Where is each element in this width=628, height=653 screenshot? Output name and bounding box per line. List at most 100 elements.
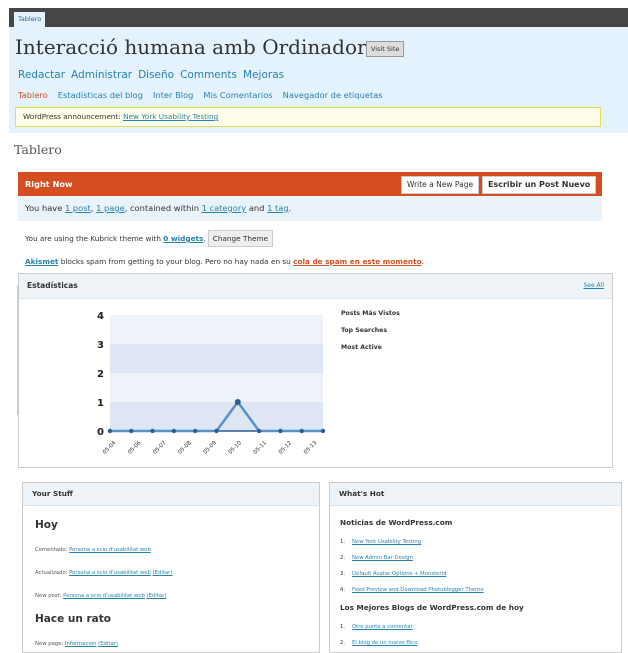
write-new-post-button[interactable]: Escribir un Post Nuevo — [482, 176, 597, 194]
news-link[interactable]: Feed Preview and Download Photoblogger T… — [352, 587, 484, 593]
blog-link[interactable]: El blog de un nuevo flico — [352, 640, 417, 646]
admin-top-bar: Tablero — [9, 8, 628, 27]
data-point — [193, 428, 198, 434]
announcement-prefix: WordPress announcement: — [23, 112, 124, 121]
spam-queue-link[interactable]: cola de spam en este momento — [293, 257, 421, 266]
stats-title: Estadísticas — [27, 281, 78, 290]
summary-text: You have — [25, 203, 65, 213]
news-item: 3. Default Avatar Options + Monsterid — [340, 571, 446, 577]
top-tab-tablero[interactable]: Tablero — [14, 12, 46, 27]
x-tick-label: 05-09 — [202, 440, 218, 456]
news-link[interactable]: Default Avatar Options + Monsterid — [352, 571, 446, 577]
akismet-text: . — [421, 257, 424, 266]
tags-count-link[interactable]: 1 tag — [267, 203, 289, 213]
chart-grid-band — [110, 344, 323, 373]
posts-count-link[interactable]: 1 post — [65, 203, 91, 213]
x-tick-label: 05-04 — [102, 440, 118, 456]
item-number: 4. — [340, 587, 346, 593]
summary-text: . — [288, 203, 292, 213]
earlier-heading: Hace un rato — [35, 613, 111, 625]
change-theme-button[interactable]: Change Theme — [207, 230, 274, 247]
y-tick-label: 3 — [97, 340, 104, 351]
news-item: 4. Feed Preview and Download Photoblogger… — [340, 587, 484, 593]
subnav-mis-comentarios[interactable]: Mis Comentarios — [203, 90, 272, 100]
chart-grid-band — [110, 315, 323, 344]
stats-header: Estadísticas See All — [19, 274, 612, 299]
item-number: 1. — [340, 624, 346, 630]
news-link[interactable]: New Admin Bar Design — [352, 555, 413, 561]
announcement-bar: WordPress announcement: New York Usabili… — [15, 107, 601, 127]
item-number: 2. — [340, 555, 346, 561]
y-tick-label: 0 — [97, 427, 104, 438]
edit-link[interactable]: (Editar) — [98, 641, 118, 647]
data-point — [234, 399, 241, 405]
news-item: 2. New Admin Bar Design — [340, 555, 413, 561]
activity-label: New page: — [35, 641, 64, 647]
right-now-header: Right Now Write a New Page Escribir un P… — [18, 172, 602, 196]
edit-link[interactable]: (Editar) — [147, 593, 167, 599]
theme-text: You are using the Kubrick theme with — [25, 234, 164, 243]
news-link[interactable]: New York Usability Testing — [352, 539, 421, 545]
activity-link[interactable]: Persona a scio d'usabilitat web — [69, 547, 151, 553]
data-point — [150, 428, 155, 434]
activity-label: Comentado: — [35, 547, 68, 553]
x-tick-label: 05-12 — [278, 440, 294, 456]
nav-diseno[interactable]: Diseño — [138, 69, 174, 81]
nav-comments[interactable]: Comments — [180, 69, 237, 81]
subnav-estadisticas[interactable]: Estadísticas del blog — [58, 90, 143, 100]
activity-row: Actualizado: Persona a scio d'usabilitat… — [35, 570, 172, 576]
stats-see-all-link[interactable]: See All — [583, 274, 604, 298]
subnav-tablero[interactable]: Tablero — [18, 90, 48, 100]
legend-most-active[interactable]: Most Active — [341, 344, 400, 361]
widgets-link[interactable]: 0 widgets — [163, 234, 203, 243]
x-tick-label: 05-07 — [152, 440, 168, 456]
categories-count-link[interactable]: 1 category — [202, 203, 247, 213]
data-point — [129, 428, 134, 434]
activity-link[interactable]: Persona a scio d'usabilitat web — [69, 570, 151, 576]
write-new-page-button[interactable]: Write a New Page — [401, 176, 480, 194]
chart-grid-band — [110, 373, 323, 402]
y-tick-label: 4 — [97, 311, 104, 322]
pages-count-link[interactable]: 1 page — [96, 203, 125, 213]
x-tick-label: 05-10 — [227, 440, 243, 456]
news-heading: Noticias de WordPress.com — [340, 518, 453, 527]
visit-site-button[interactable]: Visit Site — [366, 41, 405, 57]
whats-hot-title: What's Hot — [339, 489, 385, 498]
news-item: 1. New York Usability Testing — [340, 539, 421, 545]
blog-item: 2. El blog de un nuevo flico — [340, 640, 417, 646]
edit-link[interactable]: (Editar) — [153, 570, 173, 576]
legend-top-searches[interactable]: Top Searches — [341, 327, 400, 344]
subnav-navegador-etiquetas[interactable]: Navegador de etiquetas — [283, 90, 383, 100]
whats-hot-widget: What's Hot Noticias de WordPress.com 1. N… — [329, 482, 622, 653]
activity-row: New post: Persona a scio d'usabilitat we… — [35, 593, 166, 599]
subnav-inter-blog[interactable]: Inter Blog — [153, 90, 193, 100]
your-stuff-title: Your Stuff — [32, 489, 73, 498]
x-tick-label: 05-11 — [253, 440, 269, 456]
akismet-link[interactable]: Akismet — [25, 257, 58, 266]
theme-text: . — [203, 234, 206, 243]
akismet-info: Akismet blocks spam from getting to your… — [25, 257, 424, 266]
y-tick-label: 2 — [97, 369, 104, 380]
activity-label: New post: — [35, 593, 62, 599]
data-point — [214, 428, 219, 434]
x-tick-label: 05-13 — [303, 440, 319, 456]
nav-redactar[interactable]: Redactar — [18, 69, 65, 81]
item-number: 3. — [340, 571, 346, 577]
your-stuff-header: Your Stuff — [23, 483, 319, 506]
blog-link[interactable]: Otro punto a comentar — [352, 624, 413, 630]
chart-grid-band — [110, 402, 323, 431]
main-nav: Redactar Administrar Diseño Comments Mej… — [18, 69, 284, 81]
activity-link[interactable]: Información — [65, 641, 97, 647]
y-tick-label: 1 — [97, 398, 104, 409]
activity-row: Comentado: Persona a scio d'usabilitat w… — [35, 547, 151, 553]
activity-link[interactable]: Persona a scio d'usabilitat web — [63, 593, 145, 599]
activity-label: Actualizado: — [35, 570, 68, 576]
nav-administrar[interactable]: Administrar — [71, 69, 132, 81]
today-heading: Hoy — [35, 519, 58, 531]
right-now-summary: You have 1 post, 1 page, contained withi… — [18, 196, 602, 221]
legend-posts-mas-vistos[interactable]: Posts Más Vistos — [341, 310, 400, 327]
item-number: 1. — [340, 539, 346, 545]
nav-mejoras[interactable]: Mejoras — [243, 69, 284, 81]
summary-text: , contained within — [124, 203, 202, 213]
announcement-link[interactable]: New York Usability Testing — [123, 112, 218, 121]
